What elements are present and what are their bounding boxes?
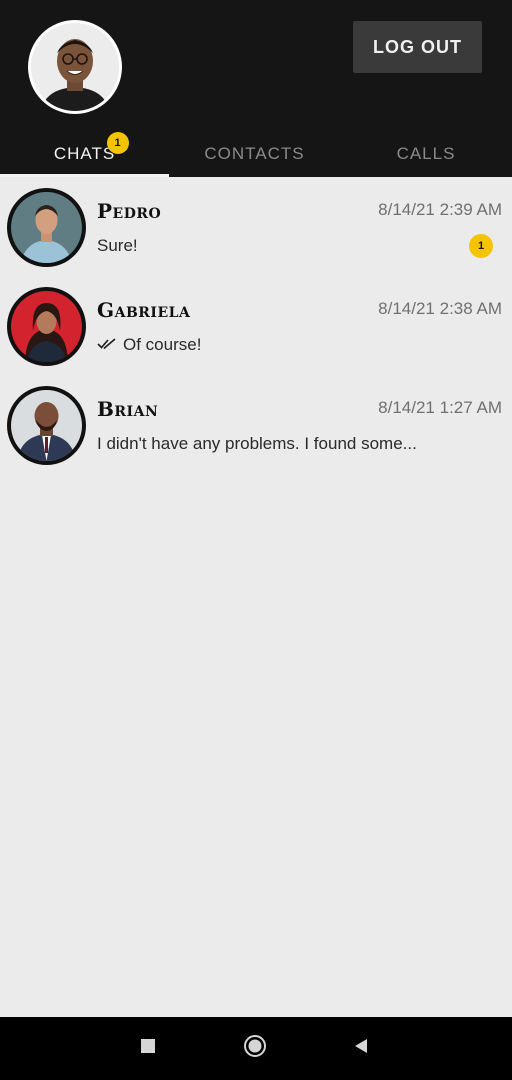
chat-list: Pedro 8/14/21 2:39 AM Sure! 1 Gabriela 8… [0,177,512,474]
chat-item-brian[interactable]: Brian 8/14/21 1:27 AM I didn't have any … [0,375,512,474]
tab-bar: CHATS 1 CONTACTS CALLS [0,130,512,177]
app-header: LOG OUT CHATS 1 CONTACTS CALLS [0,0,512,177]
tab-chats[interactable]: CHATS 1 [0,130,169,177]
double-check-icon [97,335,116,355]
chat-name: Brian [97,397,159,421]
chat-avatar-pedro [7,188,86,267]
chat-preview-text: Of course! [123,335,202,354]
recent-apps-button[interactable] [133,1033,163,1063]
tab-calls[interactable]: CALLS [340,130,512,177]
chat-timestamp: 8/14/21 1:27 AM [378,398,502,417]
chat-name: Pedro [97,199,162,223]
square-icon [140,1038,156,1059]
tab-contacts-label: CONTACTS [204,143,305,163]
tab-contacts[interactable]: CONTACTS [169,130,340,177]
chat-avatar-gabriela [7,287,86,366]
chat-name: Gabriela [97,298,191,322]
chat-preview: I didn't have any problems. I found some… [97,434,417,454]
back-button[interactable] [346,1033,376,1063]
system-navigation-bar [0,1017,512,1080]
logout-button[interactable]: LOG OUT [353,21,482,73]
tab-chats-badge: 1 [107,132,129,154]
unread-count-badge: 1 [469,234,493,258]
chat-preview-text: I didn't have any problems. I found some… [97,434,417,453]
chat-preview: Of course! [97,335,201,355]
chat-preview: Sure! [97,236,138,256]
tab-calls-label: CALLS [396,143,456,163]
chat-timestamp: 8/14/21 2:38 AM [378,299,502,318]
back-triangle-icon [352,1037,370,1060]
chat-timestamp: 8/14/21 2:39 AM [378,200,502,219]
chat-preview-text: Sure! [97,236,138,255]
profile-avatar[interactable] [28,20,122,114]
chat-avatar-brian [7,386,86,465]
chat-item-gabriela[interactable]: Gabriela 8/14/21 2:38 AM Of course! [0,276,512,375]
circle-home-icon [243,1034,267,1063]
home-button[interactable] [240,1033,270,1063]
chat-item-pedro[interactable]: Pedro 8/14/21 2:39 AM Sure! 1 [0,177,512,276]
tab-chats-label: CHATS [53,143,116,163]
